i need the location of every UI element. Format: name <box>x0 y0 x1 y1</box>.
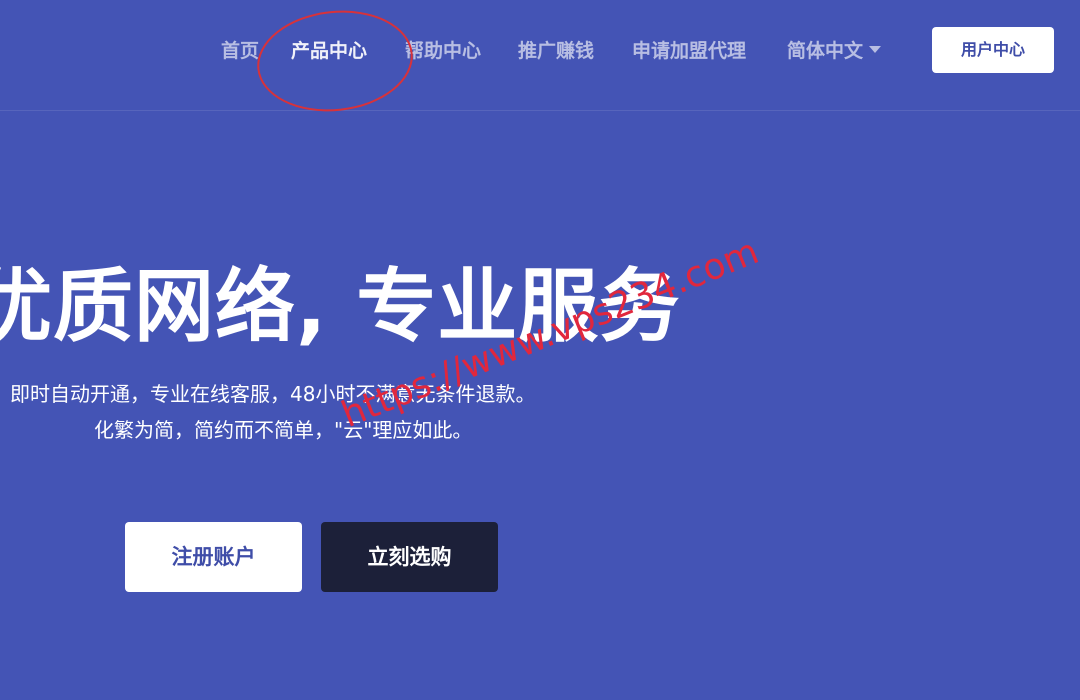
language-label: 简体中文 <box>787 40 864 62</box>
nav-item-home[interactable]: 首页 <box>221 36 259 66</box>
nav-item-help[interactable]: 帮助中心 <box>405 36 481 66</box>
hero-subtitle-line-2: 化繁为简，简约而不简单，"云"理应如此。 <box>94 418 473 442</box>
chevron-down-icon <box>869 46 882 53</box>
nav-item-promotion[interactable]: 推广赚钱 <box>518 36 594 66</box>
buy-now-button[interactable]: 立刻选购 <box>321 522 498 592</box>
user-center-button[interactable]: 用户中心 <box>932 27 1054 73</box>
register-button[interactable]: 注册账户 <box>125 522 302 592</box>
nav-item-agent[interactable]: 申请加盟代理 <box>632 36 746 66</box>
page: 首页 产品中心 帮助中心 推广赚钱 申请加盟代理 简体中文 用户中心 优质网络,… <box>0 0 1080 700</box>
language-selector[interactable]: 简体中文 <box>787 36 882 66</box>
top-navbar: 首页 产品中心 帮助中心 推广赚钱 申请加盟代理 简体中文 用户中心 <box>0 0 1080 111</box>
